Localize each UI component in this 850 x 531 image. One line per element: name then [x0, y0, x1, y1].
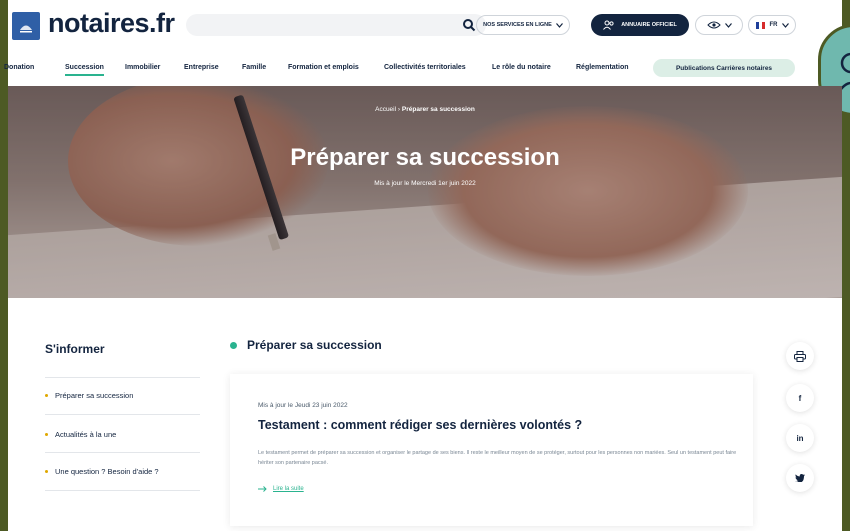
sidebar-title: S'informer	[45, 342, 105, 356]
sidebar-item-actualites[interactable]: Actualités à la une	[45, 430, 116, 439]
breadcrumb-home[interactable]: Accueil	[375, 106, 396, 113]
section-title: Préparer sa succession	[230, 338, 382, 352]
facebook-share-button[interactable]: f	[786, 384, 814, 412]
nav-item-collectivites[interactable]: Collectivités territoriales	[384, 64, 466, 71]
article-date: Mis à jour le Jeudi 23 juin 2022	[258, 402, 348, 409]
bullet-icon	[45, 433, 48, 436]
publications-carrieres-button[interactable]: Publications Carrières notaires	[653, 59, 795, 77]
sidebar-divider	[45, 414, 200, 415]
main-navigation: Donation Succession Immobilier Entrepris…	[4, 52, 842, 86]
site-logo[interactable]: notaires.fr	[48, 8, 175, 39]
sidebar-divider	[45, 377, 200, 378]
hero-banner: Accueil › Préparer sa succession Prépare…	[8, 86, 842, 298]
logo-emblem[interactable]	[12, 12, 40, 40]
nav-item-famille[interactable]: Famille	[242, 64, 266, 71]
sidebar-item-label: Une question ? Besoin d'aide ?	[55, 467, 159, 476]
language-selector[interactable]: FR	[748, 15, 796, 35]
facebook-icon: f	[798, 393, 802, 403]
section-dot-icon	[230, 341, 237, 349]
sidebar-item-preparer[interactable]: Préparer sa succession	[45, 391, 133, 400]
chevron-down-icon	[724, 22, 732, 28]
services-label: NOS SERVICES EN LIGNE	[483, 22, 552, 28]
sidebar-divider	[45, 490, 200, 491]
people-icon	[603, 20, 614, 30]
twitter-share-button[interactable]	[786, 464, 814, 492]
chevron-down-icon	[555, 22, 563, 28]
breadcrumb-separator: ›	[397, 106, 401, 113]
read-more-label: Lire la suite	[273, 486, 304, 492]
marianne-icon	[20, 25, 32, 33]
search-input[interactable]	[186, 14, 486, 36]
sidebar-item-label: Actualités à la une	[55, 430, 117, 439]
article-title[interactable]: Testament : comment rédiger ses dernière…	[258, 418, 582, 432]
bullet-icon	[45, 394, 48, 397]
print-button[interactable]	[786, 342, 814, 370]
language-label: FR	[769, 22, 778, 28]
article-card[interactable]: Mis à jour le Jeudi 23 juin 2022 Testame…	[230, 374, 753, 526]
print-icon	[794, 350, 806, 362]
nav-item-reglementation[interactable]: Réglementation	[576, 64, 629, 71]
nav-item-entreprise[interactable]: Entreprise	[184, 64, 219, 71]
services-dropdown-button[interactable]: NOS SERVICES EN LIGNE	[476, 15, 570, 35]
left-frame-border	[0, 0, 8, 531]
linkedin-icon: in	[796, 433, 804, 443]
eye-icon	[706, 21, 721, 29]
section-title-label: Préparer sa succession	[247, 338, 382, 352]
sidebar-item-label: Préparer sa succession	[55, 391, 134, 400]
nav-item-donation[interactable]: Donation	[4, 64, 34, 71]
site-header: notaires.fr NOS SERVICES EN LIGNE ANNUAI…	[8, 0, 842, 52]
read-more-link[interactable]: Lire la suite	[258, 486, 304, 492]
breadcrumb-current: Préparer sa succession	[401, 106, 475, 113]
annuaire-button[interactable]: ANNUAIRE OFFICIEL	[591, 14, 689, 36]
french-flag-icon	[755, 21, 766, 29]
accessibility-button[interactable]	[695, 15, 743, 35]
arrow-right-icon	[258, 486, 267, 492]
nav-item-role-notaire[interactable]: Le rôle du notaire	[492, 64, 551, 71]
chevron-down-icon	[781, 22, 789, 28]
twitter-icon	[795, 474, 805, 482]
page-title: Préparer sa succession	[290, 144, 560, 171]
bullet-icon	[45, 470, 48, 473]
article-excerpt: Le testament permet de préparer sa succe…	[258, 450, 737, 466]
page-updated-date: Mis à jour le Mercredi 1er juin 2022	[374, 180, 476, 187]
sidebar-divider	[45, 452, 200, 453]
annuaire-label: ANNUAIRE OFFICIEL	[621, 22, 677, 28]
search-icon[interactable]	[462, 18, 476, 32]
nav-item-immobilier[interactable]: Immobilier	[125, 64, 160, 71]
breadcrumb: Accueil › Préparer sa succession	[8, 106, 842, 113]
nav-item-formation[interactable]: Formation et emplois	[288, 64, 359, 71]
hero-overlay	[8, 86, 842, 298]
sidebar-item-question[interactable]: Une question ? Besoin d'aide ?	[45, 467, 159, 476]
nav-item-succession[interactable]: Succession	[65, 64, 104, 76]
linkedin-share-button[interactable]: in	[786, 424, 814, 452]
